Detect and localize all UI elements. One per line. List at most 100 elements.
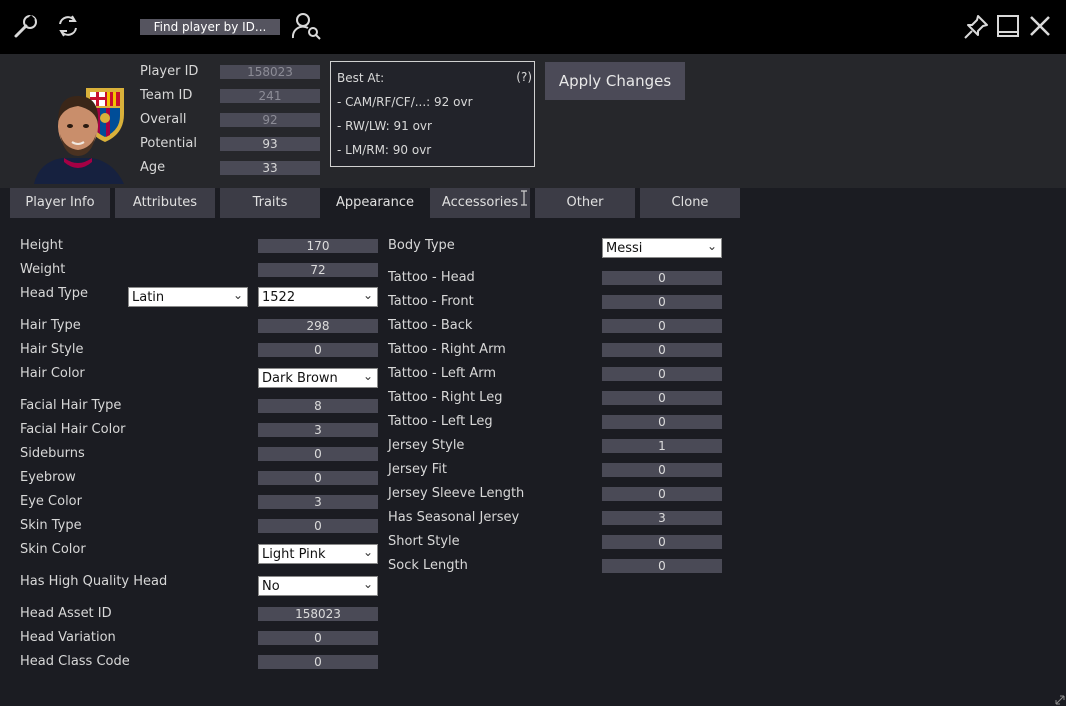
has-high-quality-head-select[interactable]: No ⌄ <box>258 576 378 596</box>
team-id-label: Team ID <box>140 88 193 103</box>
hair-style-field[interactable]: 0 <box>258 343 378 357</box>
minimize-icon[interactable] <box>996 14 1020 38</box>
tattoo-head-field[interactable]: 0 <box>602 271 722 285</box>
body-type-select[interactable]: Messi ⌄ <box>602 238 722 258</box>
hair-color-label: Hair Color <box>20 366 85 381</box>
best-at-title: Best At: <box>337 71 385 85</box>
hair-type-field[interactable]: 298 <box>258 319 378 333</box>
close-icon[interactable] <box>1028 14 1052 38</box>
tattoo-back-field[interactable]: 0 <box>602 319 722 333</box>
jersey-sleeve-length-label: Jersey Sleeve Length <box>388 486 525 501</box>
age-label: Age <box>140 160 166 175</box>
tab-appearance[interactable]: Appearance <box>325 188 425 218</box>
best-at-line: - LM/RM: 90 ovr <box>337 143 432 157</box>
facial-hair-color-field[interactable]: 3 <box>258 423 378 437</box>
overall-label: Overall <box>140 112 187 127</box>
hair-color-select-value: Dark Brown <box>262 371 338 386</box>
jersey-sleeve-length-field[interactable]: 0 <box>602 487 722 501</box>
chevron-down-icon: ⌄ <box>232 288 243 302</box>
tattoo-left-arm-label: Tattoo - Left Arm <box>388 366 497 381</box>
jersey-fit-label: Jersey Fit <box>388 462 448 477</box>
body-type-select-value: Messi <box>606 241 643 256</box>
player-portrait <box>34 84 134 184</box>
head-class-code-label: Head Class Code <box>20 654 130 669</box>
apply-changes-button[interactable]: Apply Changes <box>545 62 685 100</box>
has-seasonal-jersey-field[interactable]: 3 <box>602 511 722 525</box>
best-at-panel: Best At: (?) - CAM/RF/CF/...: 92 ovr - R… <box>330 61 535 167</box>
find-player-input[interactable]: Find player by ID... <box>140 19 280 35</box>
head-type-id-select-value: 1522 <box>262 290 296 305</box>
skin-type-field[interactable]: 0 <box>258 519 378 533</box>
head-type-label: Head Type <box>20 286 88 301</box>
height-field[interactable]: 170 <box>258 239 378 253</box>
skin-color-select-value: Light Pink <box>262 547 326 562</box>
skin-type-label: Skin Type <box>20 518 82 533</box>
skin-color-select[interactable]: Light Pink ⌄ <box>258 544 378 564</box>
has-high-quality-head-select-value: No <box>262 579 280 594</box>
head-type-select[interactable]: Latin ⌄ <box>128 287 248 307</box>
overall-field: 92 <box>220 113 320 127</box>
head-asset-id-field[interactable]: 158023 <box>258 607 378 621</box>
hair-style-label: Hair Style <box>20 342 84 357</box>
tattoo-right-leg-label: Tattoo - Right Leg <box>388 390 503 405</box>
tattoo-front-field[interactable]: 0 <box>602 295 722 309</box>
tattoo-left-leg-field[interactable]: 0 <box>602 415 722 429</box>
head-type-id-select[interactable]: 1522 ⌄ <box>258 287 378 307</box>
tattoo-right-arm-field[interactable]: 0 <box>602 343 722 357</box>
eyebrow-label: Eyebrow <box>20 470 76 485</box>
short-style-field[interactable]: 0 <box>602 535 722 549</box>
age-field[interactable]: 33 <box>220 161 320 175</box>
wrench-icon[interactable] <box>12 12 40 40</box>
text-cursor-icon <box>520 190 528 206</box>
tab-player-info[interactable]: Player Info <box>10 188 110 218</box>
weight-field[interactable]: 72 <box>258 263 378 277</box>
tattoo-right-leg-field[interactable]: 0 <box>602 391 722 405</box>
tattoo-front-label: Tattoo - Front <box>388 294 474 309</box>
chevron-down-icon: ⌄ <box>362 545 373 559</box>
eyebrow-field[interactable]: 0 <box>258 471 378 485</box>
help-icon[interactable]: (?) <box>516 70 532 84</box>
refresh-icon[interactable] <box>55 12 81 40</box>
tab-traits[interactable]: Traits <box>220 188 320 218</box>
weight-label: Weight <box>20 262 66 277</box>
eye-color-label: Eye Color <box>20 494 82 509</box>
body-type-label: Body Type <box>388 238 455 253</box>
player-id-field: 158023 <box>220 65 320 79</box>
head-class-code-field[interactable]: 0 <box>258 655 378 669</box>
facial-hair-type-field[interactable]: 8 <box>258 399 378 413</box>
jersey-style-field[interactable]: 1 <box>602 439 722 453</box>
pin-icon[interactable] <box>962 13 990 41</box>
chevron-down-icon: ⌄ <box>362 288 373 302</box>
tattoo-left-leg-label: Tattoo - Left Leg <box>388 414 493 429</box>
eye-color-field[interactable]: 3 <box>258 495 378 509</box>
sock-length-field[interactable]: 0 <box>602 559 722 573</box>
sideburns-label: Sideburns <box>20 446 85 461</box>
chevron-down-icon: ⌄ <box>706 239 717 253</box>
head-type-select-value: Latin <box>132 290 165 305</box>
jersey-fit-field[interactable]: 0 <box>602 463 722 477</box>
tab-clone[interactable]: Clone <box>640 188 740 218</box>
head-asset-id-label: Head Asset ID <box>20 606 112 621</box>
potential-field[interactable]: 93 <box>220 137 320 151</box>
sideburns-field[interactable]: 0 <box>258 447 378 461</box>
facial-hair-type-label: Facial Hair Type <box>20 398 122 413</box>
hair-color-select[interactable]: Dark Brown ⌄ <box>258 368 378 388</box>
hair-type-label: Hair Type <box>20 318 81 333</box>
tattoo-left-arm-field[interactable]: 0 <box>602 367 722 381</box>
user-search-icon[interactable] <box>292 12 322 40</box>
sock-length-label: Sock Length <box>388 558 468 573</box>
head-variation-field[interactable]: 0 <box>258 631 378 645</box>
height-label: Height <box>20 238 63 253</box>
has-high-quality-head-label: Has High Quality Head <box>20 574 168 589</box>
team-id-field: 241 <box>220 89 320 103</box>
best-at-line: - CAM/RF/CF/...: 92 ovr <box>337 95 473 109</box>
potential-label: Potential <box>140 136 197 151</box>
tab-accessories[interactable]: Accessories <box>430 188 530 218</box>
tab-other[interactable]: Other <box>535 188 635 218</box>
tab-attributes[interactable]: Attributes <box>115 188 215 218</box>
short-style-label: Short Style <box>388 534 460 549</box>
jersey-style-label: Jersey Style <box>388 438 465 453</box>
best-at-line: - RW/LW: 91 ovr <box>337 119 432 133</box>
player-id-label: Player ID <box>140 64 199 79</box>
resize-grip-icon[interactable] <box>1055 695 1065 705</box>
